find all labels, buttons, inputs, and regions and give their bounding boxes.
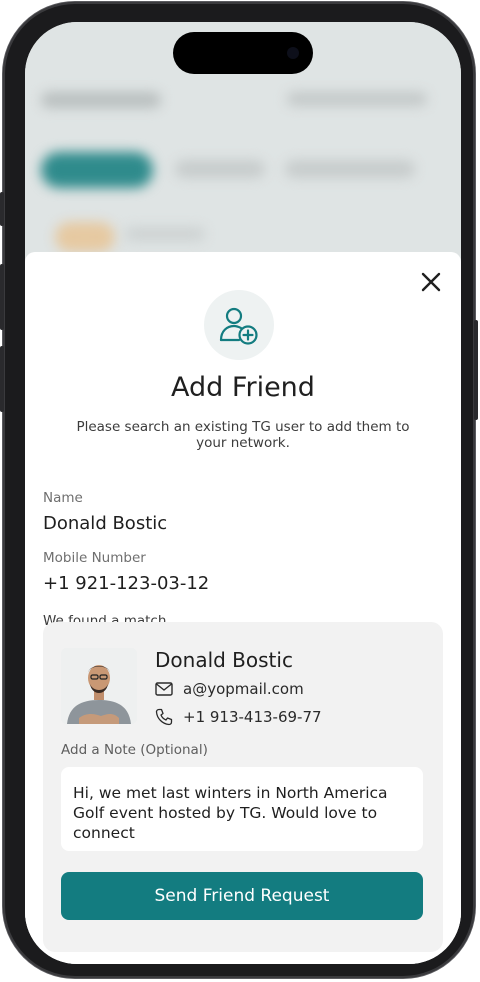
add-user-icon <box>219 307 258 345</box>
note-label: Add a Note (Optional) <box>61 742 208 758</box>
name-label: Name <box>43 490 83 506</box>
phone-screen: Add Friend Please search an existing TG … <box>25 22 461 964</box>
close-icon[interactable] <box>417 268 445 296</box>
match-phone-row: +1 913-413-69-77 <box>155 708 322 726</box>
match-email-row: a@yopmail.com <box>155 680 304 698</box>
volume-up-button <box>0 264 4 330</box>
match-card: Donald Bostic a@yopmail.com +1 913-413-6… <box>43 622 443 952</box>
avatar <box>61 648 137 724</box>
note-textarea[interactable]: Hi, we met last winters in North America… <box>61 767 423 851</box>
dynamic-island <box>173 32 313 74</box>
name-value: Donald Bostic <box>43 513 168 534</box>
header-icon-badge <box>204 290 274 360</box>
send-friend-request-button[interactable]: Send Friend Request <box>61 872 423 920</box>
phone-frame: Add Friend Please search an existing TG … <box>0 2 478 978</box>
mobile-value: +1 921-123-03-12 <box>43 573 210 594</box>
mobile-label: Mobile Number <box>43 550 146 566</box>
front-camera <box>287 47 299 59</box>
volume-down-button <box>0 346 4 412</box>
mute-switch <box>0 192 4 226</box>
page-subtitle: Please search an existing TG user to add… <box>76 419 410 451</box>
add-friend-sheet: Add Friend Please search an existing TG … <box>25 252 461 964</box>
phone-icon <box>155 708 173 726</box>
match-name: Donald Bostic <box>155 648 293 672</box>
power-button <box>474 320 478 420</box>
match-phone: +1 913-413-69-77 <box>183 708 322 726</box>
page-title: Add Friend <box>171 372 315 403</box>
mail-icon <box>155 682 173 696</box>
match-email: a@yopmail.com <box>183 680 304 698</box>
